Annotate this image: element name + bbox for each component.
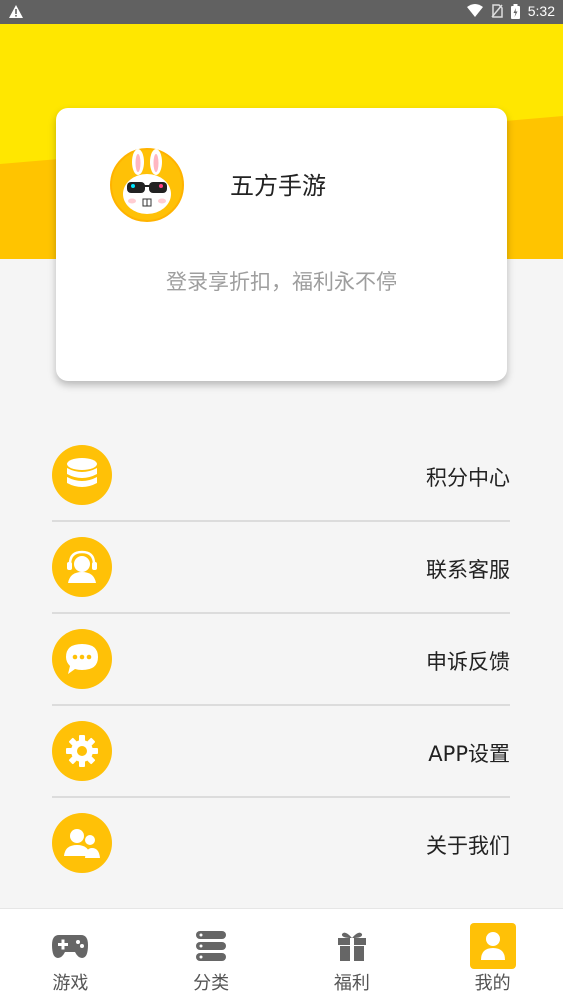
status-bar: 5:32 <box>0 0 563 24</box>
customer-service-icon <box>52 537 112 597</box>
profile-card[interactable]: 五方手游 登录享折扣，福利永不停 <box>56 108 507 381</box>
wifi-icon <box>466 4 483 17</box>
menu-label-app-settings: APP设置 <box>428 742 510 766</box>
menu-item-about-us[interactable]: 关于我们 <box>52 798 510 888</box>
category-icon <box>188 923 234 969</box>
menu-item-points-center[interactable]: 积分中心 <box>52 430 510 522</box>
nav-label-mine: 我的 <box>474 973 511 994</box>
nav-label-categories: 分类 <box>193 973 230 994</box>
nav-label-games: 游戏 <box>52 973 89 994</box>
avatar[interactable] <box>110 148 184 222</box>
menu-item-feedback[interactable]: 申诉反馈 <box>52 614 510 706</box>
nav-tab-welfare[interactable]: 福利 <box>282 909 423 1001</box>
warning-icon <box>9 5 23 18</box>
bottom-navigation: 游戏 分类 福利 我的 <box>0 908 563 1001</box>
nav-tab-games[interactable]: 游戏 <box>0 909 141 1001</box>
menu-label-feedback: 申诉反馈 <box>426 650 510 674</box>
gear-icon <box>52 721 112 781</box>
menu-item-customer-service[interactable]: 联系客服 <box>52 522 510 614</box>
menu-label-customer-service: 联系客服 <box>426 558 510 582</box>
coins-stack-icon <box>52 445 112 505</box>
menu-item-app-settings[interactable]: APP设置 <box>52 706 510 798</box>
nav-tab-mine[interactable]: 我的 <box>422 909 563 1001</box>
nav-label-welfare: 福利 <box>333 973 370 994</box>
nav-tab-categories[interactable]: 分类 <box>141 909 282 1001</box>
sim-icon <box>491 4 503 18</box>
clock: 5:32 <box>527 3 555 19</box>
people-icon <box>52 813 112 873</box>
user-icon <box>469 923 516 969</box>
app-name: 五方手游 <box>230 172 326 200</box>
login-prompt[interactable]: 登录享折扣，福利永不停 <box>56 266 507 296</box>
chat-bubble-icon <box>52 629 112 689</box>
settings-menu: 积分中心 联系客服 申诉反馈 APP设置 关于我们 <box>52 430 510 888</box>
gamepad-icon <box>47 923 93 969</box>
menu-label-points-center: 积分中心 <box>426 466 510 490</box>
gift-icon <box>329 923 375 969</box>
menu-label-about-us: 关于我们 <box>426 834 510 858</box>
battery-icon <box>510 3 520 19</box>
